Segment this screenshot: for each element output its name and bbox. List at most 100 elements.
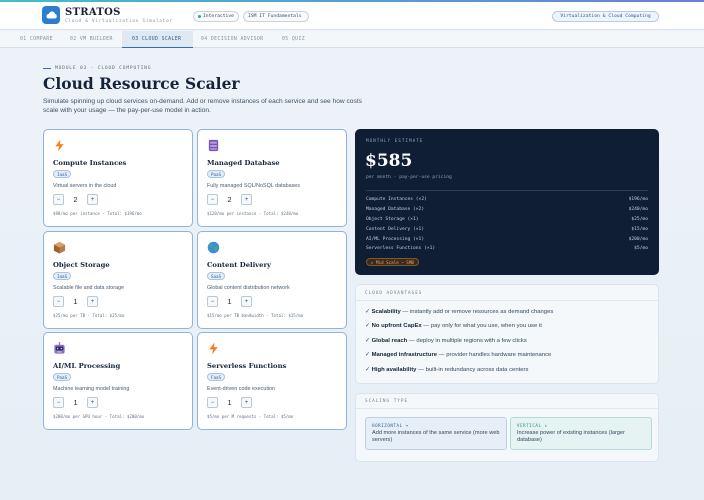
service-card-serverless: Serverless Functions FaaS Event-driven c…	[197, 332, 347, 430]
check-icon: ✓	[365, 352, 370, 358]
service-price: $25/mo per TB · Total: $25/mo	[53, 313, 125, 318]
increase-button[interactable]: +	[241, 296, 252, 307]
estimate-divider	[366, 190, 648, 191]
service-name: Managed Database	[207, 159, 280, 167]
service-type-badge: IaaS	[53, 272, 72, 280]
service-description: Fully managed SQL/NoSQL databases	[207, 183, 300, 189]
lightning-icon	[55, 139, 64, 152]
service-type-badge: IaaS	[53, 170, 72, 178]
estimate-row: Managed Database (×2) $240/mo	[366, 207, 648, 212]
decrease-button[interactable]: −	[207, 397, 218, 408]
topic-badge: Virtualization & Cloud Computing	[552, 11, 659, 22]
scaling-label: SCALING TYPE	[365, 399, 409, 404]
advantage-item: ✓ No upfront CapEx — pay only for what y…	[365, 323, 542, 329]
increase-button[interactable]: +	[87, 194, 98, 205]
service-price: $15/mo per TB bandwidth · Total: $15/mo	[207, 313, 304, 318]
service-card-cdn: Content Delivery SaaS Global content dis…	[197, 231, 347, 329]
decrease-button[interactable]: −	[53, 397, 64, 408]
decrease-button[interactable]: −	[207, 194, 218, 205]
advantage-item: ✓ Global reach — deploy in multiple regi…	[365, 338, 527, 344]
robot-icon	[54, 342, 65, 354]
decrease-button[interactable]: −	[207, 296, 218, 307]
instance-count: 1	[73, 398, 78, 407]
check-icon: ✓	[365, 323, 370, 329]
increase-button[interactable]: +	[241, 194, 252, 205]
service-type-badge: PaaS	[53, 373, 72, 381]
tab-quiz[interactable]: 05 QUIZ	[276, 31, 326, 48]
horizontal-description: Add more instances of the same service (…	[372, 430, 500, 444]
vertical-description: Increase power of existing instances (la…	[517, 430, 625, 444]
estimate-subtitle: per month · pay-per-use pricing	[366, 175, 452, 180]
globe-icon	[207, 241, 220, 254]
tab-compare[interactable]: 01 COMPARE	[0, 31, 61, 48]
cloud-logo-icon	[42, 6, 60, 24]
advantage-item: ✓ High availability — built-in redundanc…	[365, 367, 529, 373]
lightning-icon	[209, 342, 218, 355]
instance-count: 2	[227, 195, 232, 204]
status-dot-icon	[198, 15, 201, 18]
service-description: Scalable file and data storage	[53, 285, 125, 291]
instance-count: 1	[73, 297, 78, 306]
vertical-title: VERTICAL ↕	[517, 423, 548, 428]
service-name: AI/ML Processing	[53, 362, 121, 370]
check-icon: ✓	[365, 367, 370, 373]
app-name: STRATOS	[65, 7, 121, 18]
advantage-item: ✓ Managed infrastructure — provider hand…	[365, 352, 552, 358]
instance-count: 1	[227, 297, 232, 306]
estimate-row: Content Delivery (×1) $15/mo	[366, 227, 648, 232]
service-name: Object Storage	[53, 261, 110, 269]
service-name: Compute Instances	[53, 159, 127, 167]
check-icon: ✓	[365, 309, 370, 315]
service-card-compute: Compute Instances IaaS Virtual servers i…	[43, 129, 193, 227]
decrease-button[interactable]: −	[53, 194, 64, 205]
tab-cloud-scaler[interactable]: 03 CLOUD SCALER	[122, 31, 193, 48]
scale-badge: ▸ Mid Scale — SMB	[366, 258, 419, 266]
increase-button[interactable]: +	[241, 397, 252, 408]
app-subtitle: Cloud & Virtualization Simulator	[65, 19, 173, 24]
estimate-total: $585	[365, 151, 413, 171]
app-header: STRATOS Cloud & Virtualization Simulator…	[0, 2, 704, 30]
horizontal-title: HORIZONTAL ↔	[372, 423, 409, 428]
service-price: $98/mo per instance · Total: $196/mo	[53, 211, 142, 216]
advantage-item: ✓ Scalability — instantly add or remove …	[365, 309, 554, 315]
advantages-label: CLOUD ADVANTAGES	[365, 291, 423, 296]
estimate-row: AI/ML Processing (×1) $200/mo	[366, 237, 648, 242]
estimate-label: MONTHLY ESTIMATE	[366, 139, 424, 144]
service-price: $5/mo per M requests · Total: $5/mo	[207, 414, 294, 419]
instance-count: 1	[227, 398, 232, 407]
service-description: Global content distribution network	[207, 285, 290, 291]
scaling-type-panel: SCALING TYPE HORIZONTAL ↔ Add more insta…	[355, 393, 659, 462]
course-badge: ISM IT Fundamentals	[243, 11, 309, 22]
tab-decision-advisor[interactable]: 04 DECISION ADVISOR	[193, 31, 276, 48]
vertical-scaling-box: VERTICAL ↕ Increase power of existing in…	[510, 417, 652, 450]
service-description: Virtual servers in the cloud	[53, 183, 117, 189]
storage-box-icon	[53, 241, 66, 254]
cloud-advantages-panel: CLOUD ADVANTAGES ✓ Scalability — instant…	[355, 284, 659, 384]
service-card-storage: Object Storage IaaS Scalable file and da…	[43, 231, 193, 329]
estimate-row: Object Storage (×1) $25/mo	[366, 217, 648, 222]
estimate-row: Compute Instances (×2) $196/mo	[366, 197, 648, 202]
service-name: Serverless Functions	[207, 362, 287, 370]
interactive-badge: Interactive	[193, 11, 239, 22]
service-card-database: Managed Database PaaS Fully managed SQL/…	[197, 129, 347, 227]
page-description: Simulate spinning up cloud services on-d…	[43, 98, 362, 115]
tab-vm-builder[interactable]: 02 VM BUILDER	[61, 31, 122, 48]
page-title: Cloud Resource Scaler	[43, 74, 240, 93]
database-icon	[208, 139, 219, 152]
service-type-badge: PaaS	[207, 170, 226, 178]
service-type-badge: SaaS	[207, 272, 226, 280]
module-tag: MODULE 03 · CLOUD COMPUTING	[43, 66, 151, 71]
monthly-estimate-panel: MONTHLY ESTIMATE $585 per month · pay-pe…	[355, 129, 659, 275]
decrease-button[interactable]: −	[53, 296, 64, 307]
estimate-row: Serverless Functions (×1) $5/mo	[366, 246, 648, 251]
increase-button[interactable]: +	[87, 397, 98, 408]
check-icon: ✓	[365, 338, 370, 344]
module-tabs: 01 COMPARE 02 VM BUILDER 03 CLOUD SCALER…	[0, 31, 704, 48]
increase-button[interactable]: +	[87, 296, 98, 307]
horizontal-scaling-box: HORIZONTAL ↔ Add more instances of the s…	[365, 417, 507, 450]
service-price: $120/mo per instance · Total: $240/mo	[207, 211, 299, 216]
service-type-badge: FaaS	[207, 373, 226, 381]
service-name: Content Delivery	[207, 261, 271, 269]
service-description: Machine learning model training	[53, 386, 130, 392]
instance-count: 2	[73, 195, 78, 204]
